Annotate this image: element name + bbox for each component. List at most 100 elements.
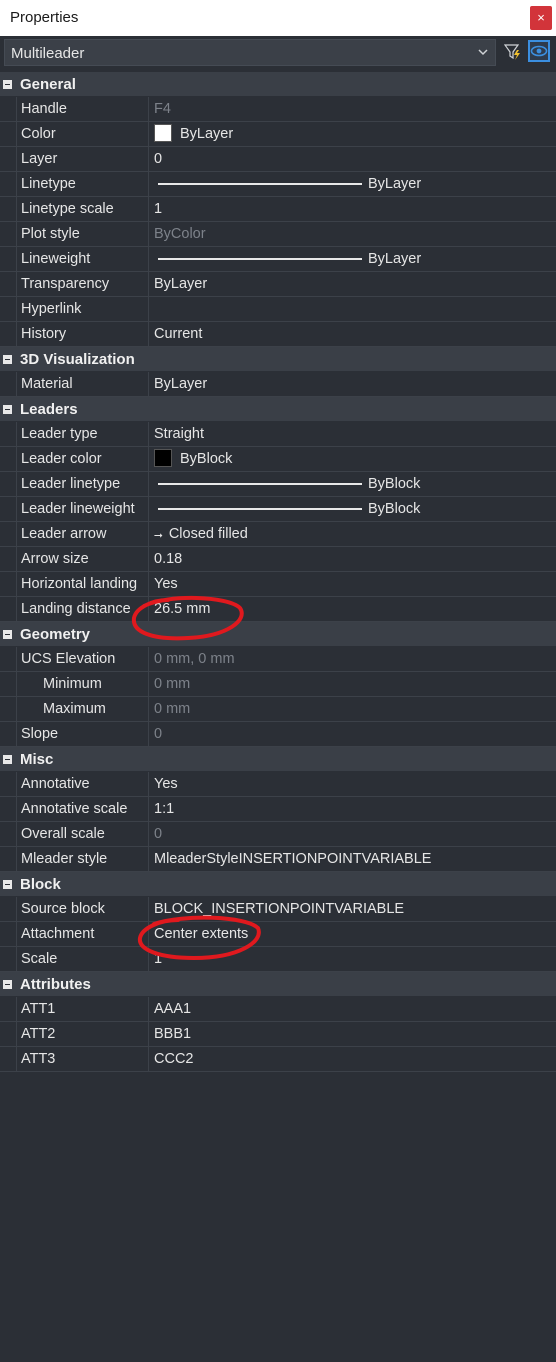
property-value[interactable]: ByLayer bbox=[150, 272, 556, 296]
property-row-att1[interactable]: ATT1 AAA1 bbox=[0, 997, 556, 1022]
property-row-landing-distance[interactable]: Landing distance 26.5 mm bbox=[0, 597, 556, 622]
section-label: Leaders bbox=[20, 401, 78, 418]
property-value[interactable]: ByLayer bbox=[150, 122, 556, 146]
property-value: 0 mm bbox=[154, 701, 191, 717]
property-key: Maximum bbox=[16, 697, 149, 721]
entity-type-dropdown[interactable]: Multileader bbox=[4, 39, 496, 66]
property-row-linetype[interactable]: Linetype ByLayer bbox=[0, 172, 556, 197]
property-row-mleader-style[interactable]: Mleader style MleaderStyleINSERTIONPOINTV… bbox=[0, 847, 556, 872]
property-value[interactable]: ByBlock bbox=[150, 472, 556, 496]
property-key: Scale bbox=[16, 947, 149, 971]
property-row-annotative-scale[interactable]: Annotative scale 1:1 bbox=[0, 797, 556, 822]
property-row-leader-color[interactable]: Leader color ByBlock bbox=[0, 447, 556, 472]
property-key: Color bbox=[16, 122, 149, 146]
collapse-icon[interactable] bbox=[3, 755, 12, 764]
property-key: Leader linetype bbox=[16, 472, 149, 496]
property-row-attachment[interactable]: Attachment Center extents bbox=[0, 922, 556, 947]
property-value[interactable]: Yes bbox=[150, 572, 556, 596]
property-row-arrow-size[interactable]: Arrow size 0.18 bbox=[0, 547, 556, 572]
section-label: Misc bbox=[20, 751, 54, 768]
property-value[interactable]: ⭢ Closed filled bbox=[150, 522, 556, 546]
property-value[interactable]: 0 bbox=[150, 147, 556, 171]
property-value[interactable]: 1 bbox=[150, 947, 556, 971]
section-general[interactable]: General bbox=[0, 72, 556, 97]
property-value[interactable]: MleaderStyleINSERTIONPOINTVARIABLE bbox=[150, 847, 556, 871]
property-key: Overall scale bbox=[16, 822, 149, 846]
property-value[interactable]: BLOCK_INSERTIONPOINTVARIABLE bbox=[150, 897, 556, 921]
property-value[interactable]: Current bbox=[150, 322, 556, 346]
section-label: Attributes bbox=[20, 976, 91, 993]
property-value[interactable]: ByLayer bbox=[150, 172, 556, 196]
property-value[interactable]: Yes bbox=[150, 772, 556, 796]
property-value[interactable]: ByBlock bbox=[150, 447, 556, 471]
property-value-text: ByLayer bbox=[368, 176, 422, 192]
property-row-color[interactable]: Color ByLayer bbox=[0, 122, 556, 147]
property-value[interactable]: ByBlock bbox=[150, 497, 556, 521]
property-value[interactable]: Center extents bbox=[150, 922, 556, 946]
collapse-icon[interactable] bbox=[3, 405, 12, 414]
property-value[interactable]: BBB1 bbox=[150, 1022, 556, 1046]
collapse-icon[interactable] bbox=[3, 880, 12, 889]
section-block[interactable]: Block bbox=[0, 872, 556, 897]
property-value[interactable]: 26.5 mm bbox=[150, 597, 556, 621]
panel-title-bar: Properties × bbox=[0, 0, 556, 36]
property-row-att2[interactable]: ATT2 BBB1 bbox=[0, 1022, 556, 1047]
property-value[interactable]: 1 bbox=[150, 197, 556, 221]
property-row-history[interactable]: History Current bbox=[0, 322, 556, 347]
arrowhead-icon: ⭢ bbox=[154, 529, 163, 541]
section-attributes[interactable]: Attributes bbox=[0, 972, 556, 997]
property-value[interactable]: CCC2 bbox=[150, 1047, 556, 1071]
property-row-transparency[interactable]: Transparency ByLayer bbox=[0, 272, 556, 297]
property-row-material[interactable]: Material ByLayer bbox=[0, 372, 556, 397]
property-row-layer[interactable]: Layer 0 bbox=[0, 147, 556, 172]
property-row-annotative[interactable]: Annotative Yes bbox=[0, 772, 556, 797]
property-key: Arrow size bbox=[16, 547, 149, 571]
property-row-lineweight[interactable]: Lineweight ByLayer bbox=[0, 247, 556, 272]
close-button[interactable]: × bbox=[530, 6, 552, 30]
property-key: Linetype scale bbox=[16, 197, 149, 221]
property-row-leader-arrow[interactable]: Leader arrow ⭢ Closed filled bbox=[0, 522, 556, 547]
property-key: Hyperlink bbox=[16, 297, 149, 321]
property-value: ByColor bbox=[154, 226, 206, 242]
property-row-leader-lineweight[interactable]: Leader lineweight ByBlock bbox=[0, 497, 556, 522]
section-label: Block bbox=[20, 876, 61, 893]
property-row-leader-linetype[interactable]: Leader linetype ByBlock bbox=[0, 472, 556, 497]
collapse-icon[interactable] bbox=[3, 630, 12, 639]
property-key: Annotative bbox=[16, 772, 149, 796]
property-row-hyperlink[interactable]: Hyperlink bbox=[0, 297, 556, 322]
property-value-text: ByBlock bbox=[368, 476, 421, 492]
section-misc[interactable]: Misc bbox=[0, 747, 556, 772]
section-3d-visualization[interactable]: 3D Visualization bbox=[0, 347, 556, 372]
property-value-text: Closed filled bbox=[168, 526, 248, 542]
property-key: ATT3 bbox=[16, 1047, 149, 1071]
property-value[interactable]: AAA1 bbox=[150, 997, 556, 1021]
property-row-att3[interactable]: ATT3 CCC2 bbox=[0, 1047, 556, 1072]
property-value[interactable] bbox=[150, 297, 556, 321]
property-row-source-block[interactable]: Source block BLOCK_INSERTIONPOINTVARIABLE bbox=[0, 897, 556, 922]
property-value[interactable]: ByLayer bbox=[150, 247, 556, 271]
property-value: 0 bbox=[154, 726, 163, 742]
section-geometry[interactable]: Geometry bbox=[0, 622, 556, 647]
toggle-visibility-button[interactable] bbox=[528, 40, 550, 62]
property-value[interactable]: 1:1 bbox=[150, 797, 556, 821]
collapse-icon[interactable] bbox=[3, 980, 12, 989]
property-value: 0 mm, 0 mm bbox=[154, 651, 235, 667]
section-leaders[interactable]: Leaders bbox=[0, 397, 556, 422]
property-key: Transparency bbox=[16, 272, 149, 296]
collapse-icon[interactable] bbox=[3, 355, 12, 364]
collapse-icon[interactable] bbox=[3, 80, 12, 89]
property-value[interactable]: Straight bbox=[150, 422, 556, 446]
property-value[interactable]: ByLayer bbox=[150, 372, 556, 396]
property-key: Leader color bbox=[16, 447, 149, 471]
property-key: Attachment bbox=[16, 922, 149, 946]
property-row-horizontal-landing[interactable]: Horizontal landing Yes bbox=[0, 572, 556, 597]
property-row-scale[interactable]: Scale 1 bbox=[0, 947, 556, 972]
filter-lightning-icon[interactable] bbox=[503, 43, 522, 66]
property-key: ATT2 bbox=[16, 1022, 149, 1046]
property-key: Lineweight bbox=[16, 247, 149, 271]
property-value[interactable]: 0.18 bbox=[150, 547, 556, 571]
property-key: Layer bbox=[16, 147, 149, 171]
property-row-leader-type[interactable]: Leader type Straight bbox=[0, 422, 556, 447]
property-row-linetype-scale[interactable]: Linetype scale 1 bbox=[0, 197, 556, 222]
property-value: 0 bbox=[154, 826, 163, 842]
